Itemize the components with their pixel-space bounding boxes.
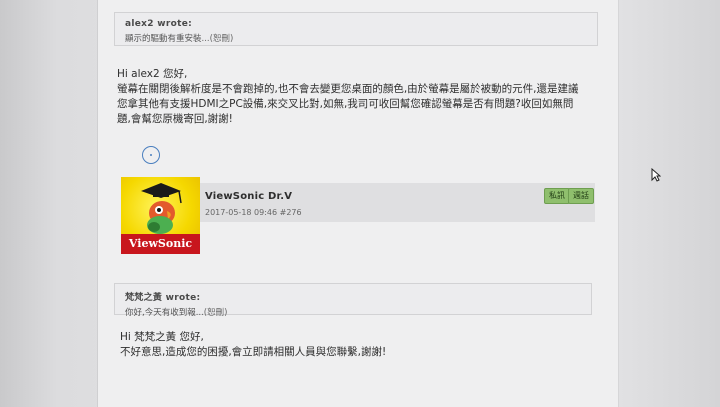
reply-line: 您拿其他有支援HDMI之PC設備,來交叉比對,如無,我司可收回幫您確認螢幕是否有… <box>117 98 574 110</box>
private-message-button[interactable]: 私訊 <box>544 188 570 204</box>
conversation-button[interactable]: 週話 <box>568 188 594 204</box>
author-avatar[interactable]: ViewSonic <box>121 177 200 254</box>
reply-greeting: Hi 梵梵之黃 您好, <box>120 331 204 343</box>
quote-text: 你好,今天有收到報...(恕刪) <box>125 308 228 318</box>
reply-text-fanfan: Hi 梵梵之黃 您好, 不好意思,造成您的困擾,會立即請相關人員與您聯繫,謝謝! <box>120 330 600 360</box>
reply-greeting: Hi alex2 您好, <box>117 68 188 80</box>
quote-author: 梵梵之黃 wrote: <box>125 293 201 303</box>
mouse-pointer-icon <box>651 168 661 182</box>
author-name-link[interactable]: ViewSonic Dr.V <box>205 191 292 202</box>
reply-text-alex2: Hi alex2 您好, 螢幕在關閉後解析度是不會跑掉的,也不會去變更您桌面的顏… <box>117 67 607 127</box>
reply-line: 螢幕在關閉後解析度是不會跑掉的,也不會去變更您桌面的顏色,由於螢幕是屬於被動的元… <box>117 83 579 95</box>
quote-block-fanfan: 梵梵之黃 wrote: 你好,今天有收到報...(恕刪) <box>114 283 592 318</box>
click-marker-circle <box>142 146 160 164</box>
post-timestamp: 2017-05-18 09:46 #276 <box>205 208 302 217</box>
quote-more-link[interactable]: ...(恕刪) <box>202 34 234 44</box>
viewsonic-brand-label: ViewSonic <box>121 234 200 254</box>
quote-more-link[interactable]: ...(恕刪) <box>196 308 228 318</box>
quote-author: alex2 wrote: <box>125 19 193 29</box>
quote-text: 顯示的驅動有重安裝...(恕刪) <box>125 34 234 44</box>
reply-line: 題,會幫您原機寄回,謝謝! <box>117 113 233 125</box>
post-author-bar: ViewSonic Dr.V 2017-05-18 09:46 #276 私訊 … <box>200 183 595 222</box>
quote-block-alex2: alex2 wrote: 顯示的驅動有重安裝...(恕刪) <box>114 12 598 46</box>
reply-line: 不好意思,造成您的困擾,會立即請相關人員與您聯繫,謝謝! <box>120 346 387 358</box>
